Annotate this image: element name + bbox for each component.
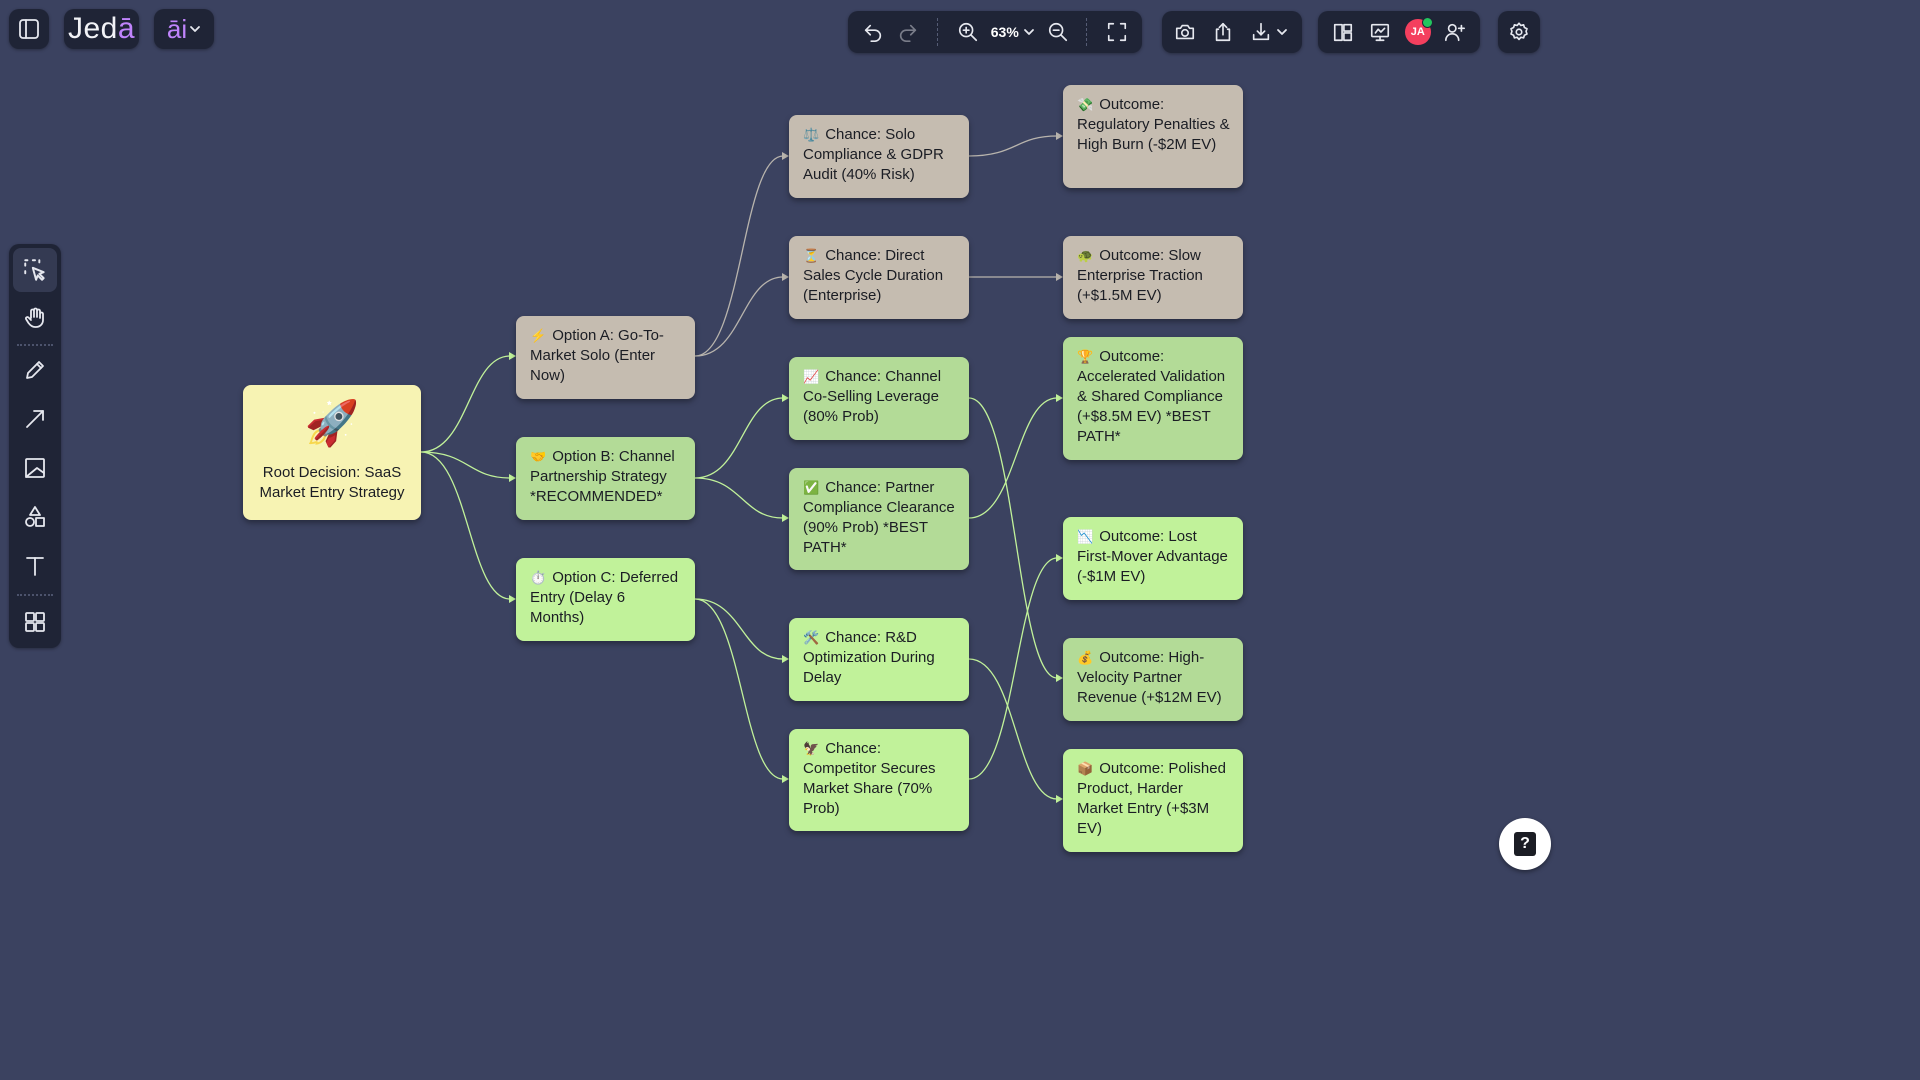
node-label: Outcome: Accelerated Validation & Shared… (1077, 348, 1226, 445)
node-label: Outcome: Polished Product, Harder Market… (1077, 760, 1226, 837)
edge-connector (968, 397, 1058, 679)
tools-icon: 🛠️ (803, 630, 820, 645)
hourglass-icon: ⏳ (803, 248, 820, 263)
rocket-icon: 🚀 (304, 399, 360, 448)
handshake-icon: 🤝 (530, 449, 547, 464)
edge-arrowhead (1056, 394, 1063, 402)
edge-arrowhead (1056, 795, 1063, 803)
node-label: Chance: Partner Compliance Clearance (90… (803, 479, 955, 556)
edge-arrowhead (509, 352, 516, 360)
edge-connector (968, 397, 1058, 519)
stopwatch-icon: ⏱️ (530, 570, 547, 585)
outcome-polished-product-node[interactable]: 📦 Outcome: Polished Product, Harder Marke… (1063, 749, 1243, 852)
outcome-lost-first-mover-node[interactable]: 📉 Outcome: Lost First-Mover Advantage (-$… (1063, 517, 1243, 600)
edge-arrowhead (1056, 674, 1063, 682)
edge-connector (968, 557, 1058, 780)
edge-arrowhead (509, 595, 516, 603)
outcome-slow-traction-node[interactable]: 🐢 Outcome: Slow Enterprise Traction (+$1.… (1063, 236, 1243, 319)
money-bag-icon: 💰 (1077, 650, 1094, 665)
edge-arrowhead (1056, 554, 1063, 562)
node-label: Outcome: Lost First-Mover Advantage (-$1… (1077, 528, 1228, 585)
edge-arrowhead (782, 775, 789, 783)
edge-arrowhead (782, 655, 789, 663)
node-label: Chance: Direct Sales Cycle Duration (Ent… (803, 247, 944, 304)
option-a-node[interactable]: ⚡ Option A: Go-To-Market Solo (Enter Now) (516, 316, 695, 399)
chance-direct-sales-node[interactable]: ⏳ Chance: Direct Sales Cycle Duration (En… (789, 236, 969, 319)
scales-icon: ⚖️ (803, 127, 820, 142)
help-icon: ? (1514, 832, 1536, 856)
chance-rd-optimization-node[interactable]: 🛠️ Chance: R&D Optimization During Delay (789, 618, 969, 701)
chance-co-selling-node[interactable]: 📈 Chance: Channel Co-Selling Leverage (80… (789, 357, 969, 440)
edge-connector (694, 155, 784, 357)
node-label: Outcome: Slow Enterprise Traction (+$1.5… (1077, 247, 1203, 304)
edge-arrowhead (782, 152, 789, 160)
help-button[interactable]: ? (1499, 818, 1551, 870)
trophy-icon: 🏆 (1077, 349, 1094, 364)
edge-arrowhead (1056, 273, 1063, 281)
edge-connector (968, 135, 1058, 157)
outcome-partner-revenue-node[interactable]: 💰 Outcome: High-Velocity Partner Revenue … (1063, 638, 1243, 721)
chart-down-icon: 📉 (1077, 529, 1094, 544)
turtle-icon: 🐢 (1077, 248, 1094, 263)
chance-competitor-node[interactable]: 🦅 Chance: Competitor Secures Market Share… (789, 729, 969, 831)
node-label: Option B: Channel Partnership Strategy *… (530, 448, 675, 505)
chance-solo-compliance-node[interactable]: ⚖️ Chance: Solo Compliance & GDPR Audit (… (789, 115, 969, 198)
option-c-node[interactable]: ⏱️ Option C: Deferred Entry (Delay 6 Mont… (516, 558, 695, 641)
node-label: Option A: Go-To-Market Solo (Enter Now) (530, 327, 664, 384)
node-label: Option C: Deferred Entry (Delay 6 Months… (530, 569, 679, 626)
edge-connector (694, 477, 784, 519)
outcome-regulatory-node[interactable]: 💸 Outcome: Regulatory Penalties & High Bu… (1063, 85, 1243, 188)
edge-connector (420, 451, 511, 600)
node-label: Chance: R&D Optimization During Delay (803, 629, 935, 686)
package-icon: 📦 (1077, 761, 1094, 776)
outcome-accelerated-node[interactable]: 🏆 Outcome: Accelerated Validation & Share… (1063, 337, 1243, 460)
chart-up-icon: 📈 (803, 369, 820, 384)
node-label: Chance: Channel Co-Selling Leverage (80%… (803, 368, 942, 425)
edge-connector (694, 276, 784, 357)
node-label: Root Decision: SaaS Market Entry Strateg… (259, 464, 405, 501)
edge-arrowhead (1056, 132, 1063, 140)
edge-arrowhead (782, 394, 789, 402)
check-icon: ✅ (803, 480, 820, 495)
edge-connector (420, 355, 511, 453)
root-decision-node[interactable]: 🚀 Root Decision: SaaS Market Entry Strat… (243, 385, 421, 520)
edge-arrowhead (509, 474, 516, 482)
node-label: Outcome: Regulatory Penalties & High Bur… (1077, 96, 1230, 153)
diagram-edges (420, 132, 1063, 803)
edge-arrowhead (782, 273, 789, 281)
node-label: Chance: Competitor Secures Market Share … (803, 740, 936, 817)
node-label: Chance: Solo Compliance & GDPR Audit (40… (803, 126, 944, 183)
lightning-icon: ⚡ (530, 328, 547, 343)
option-b-node[interactable]: 🤝 Option B: Channel Partnership Strategy … (516, 437, 695, 520)
edge-arrowhead (782, 514, 789, 522)
node-label: Outcome: High-Velocity Partner Revenue (… (1077, 649, 1222, 706)
edge-connector (694, 397, 784, 479)
edge-connector (694, 598, 784, 660)
chance-partner-compliance-node[interactable]: ✅ Chance: Partner Compliance Clearance (9… (789, 468, 969, 570)
money-wings-icon: 💸 (1077, 97, 1094, 112)
eagle-icon: 🦅 (803, 741, 820, 756)
